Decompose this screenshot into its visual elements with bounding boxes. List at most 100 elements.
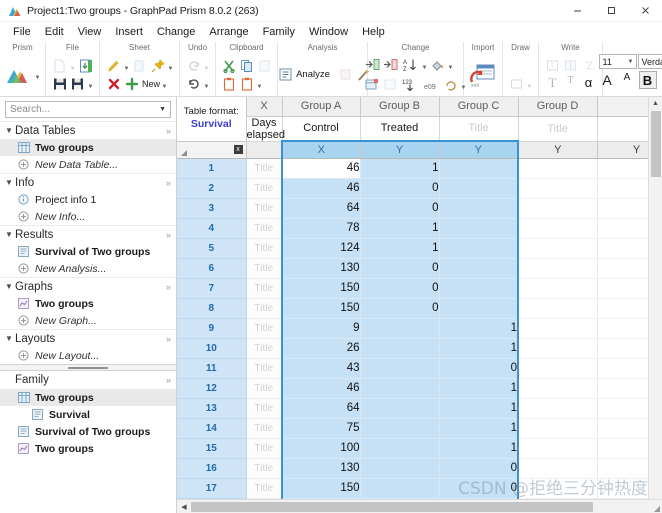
vertical-scrollbar[interactable]: ▲ <box>648 97 662 499</box>
menu-arrange[interactable]: Arrange <box>202 25 255 39</box>
column-header-group-a[interactable]: Group A <box>282 97 361 117</box>
cell-x[interactable]: 46 <box>281 178 361 199</box>
cell-group-d[interactable] <box>597 458 648 479</box>
row-number[interactable]: 8 <box>177 298 247 319</box>
close-column-icon[interactable]: x <box>233 144 243 154</box>
cell-group-c[interactable] <box>518 198 598 219</box>
row-number[interactable]: 15 <box>177 438 247 459</box>
chevron-down-icon[interactable]: ▼ <box>3 230 15 239</box>
section-layouts[interactable]: ▼ Layouts » <box>0 329 176 347</box>
cell-group-a[interactable]: 0 <box>360 198 440 219</box>
cell-group-a[interactable] <box>360 398 440 419</box>
section-more-icon[interactable]: » <box>166 334 176 344</box>
cell-group-b[interactable]: 0 <box>439 358 519 379</box>
cell-group-b[interactable] <box>439 158 519 179</box>
cell-x[interactable]: 26 <box>281 338 361 359</box>
cell-group-d[interactable] <box>597 398 648 419</box>
chevron-down-icon[interactable]: ▼ <box>3 334 15 343</box>
minimize-button[interactable] <box>560 0 594 22</box>
sidebar-item-new-graph[interactable]: New Graph... <box>0 312 176 329</box>
subheader-group-a[interactable]: Y <box>360 140 440 159</box>
row-title-cell[interactable]: Title <box>246 458 283 479</box>
insert-column-right-icon[interactable] <box>382 56 399 73</box>
cell-group-a[interactable] <box>360 478 440 499</box>
undo-icon[interactable] <box>185 75 202 92</box>
cell-group-b[interactable]: 1 <box>439 418 519 439</box>
cell-x[interactable]: 75 <box>281 418 361 439</box>
cell-group-b[interactable]: 1 <box>439 438 519 459</box>
row-number[interactable]: 1 <box>177 158 247 179</box>
cell-group-c[interactable] <box>518 478 598 499</box>
menu-view[interactable]: View <box>71 25 109 39</box>
row-title-cell[interactable]: Title <box>246 478 283 499</box>
cell-group-d[interactable] <box>597 318 648 339</box>
greek-symbol-icon[interactable]: α <box>580 75 597 92</box>
cell-group-a[interactable] <box>360 358 440 379</box>
row-title-cell[interactable]: Title <box>246 218 283 239</box>
cell-x[interactable]: 130 <box>281 258 361 279</box>
column-title-group-a[interactable]: Control <box>282 116 361 142</box>
rename-sheet-caret-icon[interactable]: ▼ <box>123 58 130 74</box>
cell-group-b[interactable]: 1 <box>439 398 519 419</box>
row-title-cell[interactable]: Title <box>246 438 283 459</box>
cell-group-c[interactable] <box>518 258 598 279</box>
cell-group-a[interactable] <box>360 438 440 459</box>
pin-sheet-caret-icon[interactable]: ▼ <box>167 58 174 74</box>
row-number[interactable]: 6 <box>177 258 247 279</box>
table-row[interactable]: 12 Title 46 1 <box>177 378 648 399</box>
cell-group-c[interactable] <box>518 318 598 339</box>
new-file-caret-icon[interactable]: ▼ <box>69 58 76 74</box>
cell-group-c[interactable] <box>518 238 598 259</box>
scroll-up-icon[interactable]: ▲ <box>649 97 662 110</box>
row-number[interactable]: 16 <box>177 458 247 479</box>
transpose-icon[interactable] <box>382 76 399 93</box>
vertical-scroll-track[interactable] <box>649 177 662 499</box>
cell-x[interactable]: 46 <box>281 378 361 399</box>
insert-equation-icon[interactable] <box>580 57 597 74</box>
undo-caret-icon[interactable]: ▼ <box>203 76 210 92</box>
row-title-cell[interactable]: Title <box>246 398 283 419</box>
section-more-icon[interactable]: » <box>166 126 176 136</box>
section-graphs[interactable]: ▼ Graphs » <box>0 277 176 295</box>
menu-window[interactable]: Window <box>302 25 355 39</box>
row-number[interactable]: 7 <box>177 278 247 299</box>
new-sheet-icon[interactable] <box>123 75 140 92</box>
cell-group-a[interactable] <box>360 458 440 479</box>
chevron-down-icon[interactable]: ▼ <box>3 178 15 187</box>
font-name-select[interactable]: Verdana <box>637 54 662 69</box>
analyze-button[interactable]: Analyze <box>272 63 335 86</box>
table-format-box[interactable]: Table format: Survival <box>177 97 247 142</box>
cell-group-c[interactable] <box>518 378 598 399</box>
cell-group-a[interactable] <box>360 338 440 359</box>
cell-group-b[interactable] <box>439 178 519 199</box>
redo-caret-icon[interactable]: ▼ <box>203 58 210 74</box>
cell-x[interactable]: 130 <box>281 458 361 479</box>
cut-icon[interactable] <box>220 57 237 74</box>
chevron-down-icon[interactable]: ▼ <box>3 282 15 291</box>
table-row[interactable]: 13 Title 64 1 <box>177 398 648 419</box>
sidebar-item-project-info-1[interactable]: Project info 1 <box>0 191 176 208</box>
fill-color-caret-icon[interactable]: ▼ <box>447 57 454 73</box>
cell-group-c[interactable] <box>518 158 598 179</box>
column-header-group-d[interactable]: Group D <box>518 97 598 117</box>
paste-transpose-icon[interactable] <box>238 75 255 92</box>
cell-group-b[interactable]: 0 <box>439 478 519 499</box>
table-row[interactable]: 15 Title 100 1 <box>177 438 648 459</box>
search-dropdown-caret-icon[interactable]: ▼ <box>159 106 170 113</box>
cell-x[interactable]: 9 <box>281 318 361 339</box>
row-title-cell[interactable]: Title <box>246 338 283 359</box>
rename-sheet-icon[interactable] <box>105 57 122 74</box>
table-corner-cell[interactable]: x <box>177 141 247 159</box>
insert-table-icon[interactable] <box>562 57 579 74</box>
cell-group-a[interactable]: 1 <box>360 238 440 259</box>
subheader-group-b[interactable]: Y <box>439 140 519 159</box>
cell-group-a[interactable]: 1 <box>360 158 440 179</box>
cell-group-b[interactable] <box>439 258 519 279</box>
row-number[interactable]: 14 <box>177 418 247 439</box>
cell-x[interactable]: 100 <box>281 438 361 459</box>
sidebar-item-new-data-table[interactable]: New Data Table... <box>0 156 176 173</box>
table-row[interactable]: 4 Title 78 1 <box>177 218 648 239</box>
column-header-group-b[interactable]: Group B <box>360 97 440 117</box>
row-title-cell[interactable]: Title <box>246 418 283 439</box>
row-number[interactable]: 11 <box>177 358 247 379</box>
